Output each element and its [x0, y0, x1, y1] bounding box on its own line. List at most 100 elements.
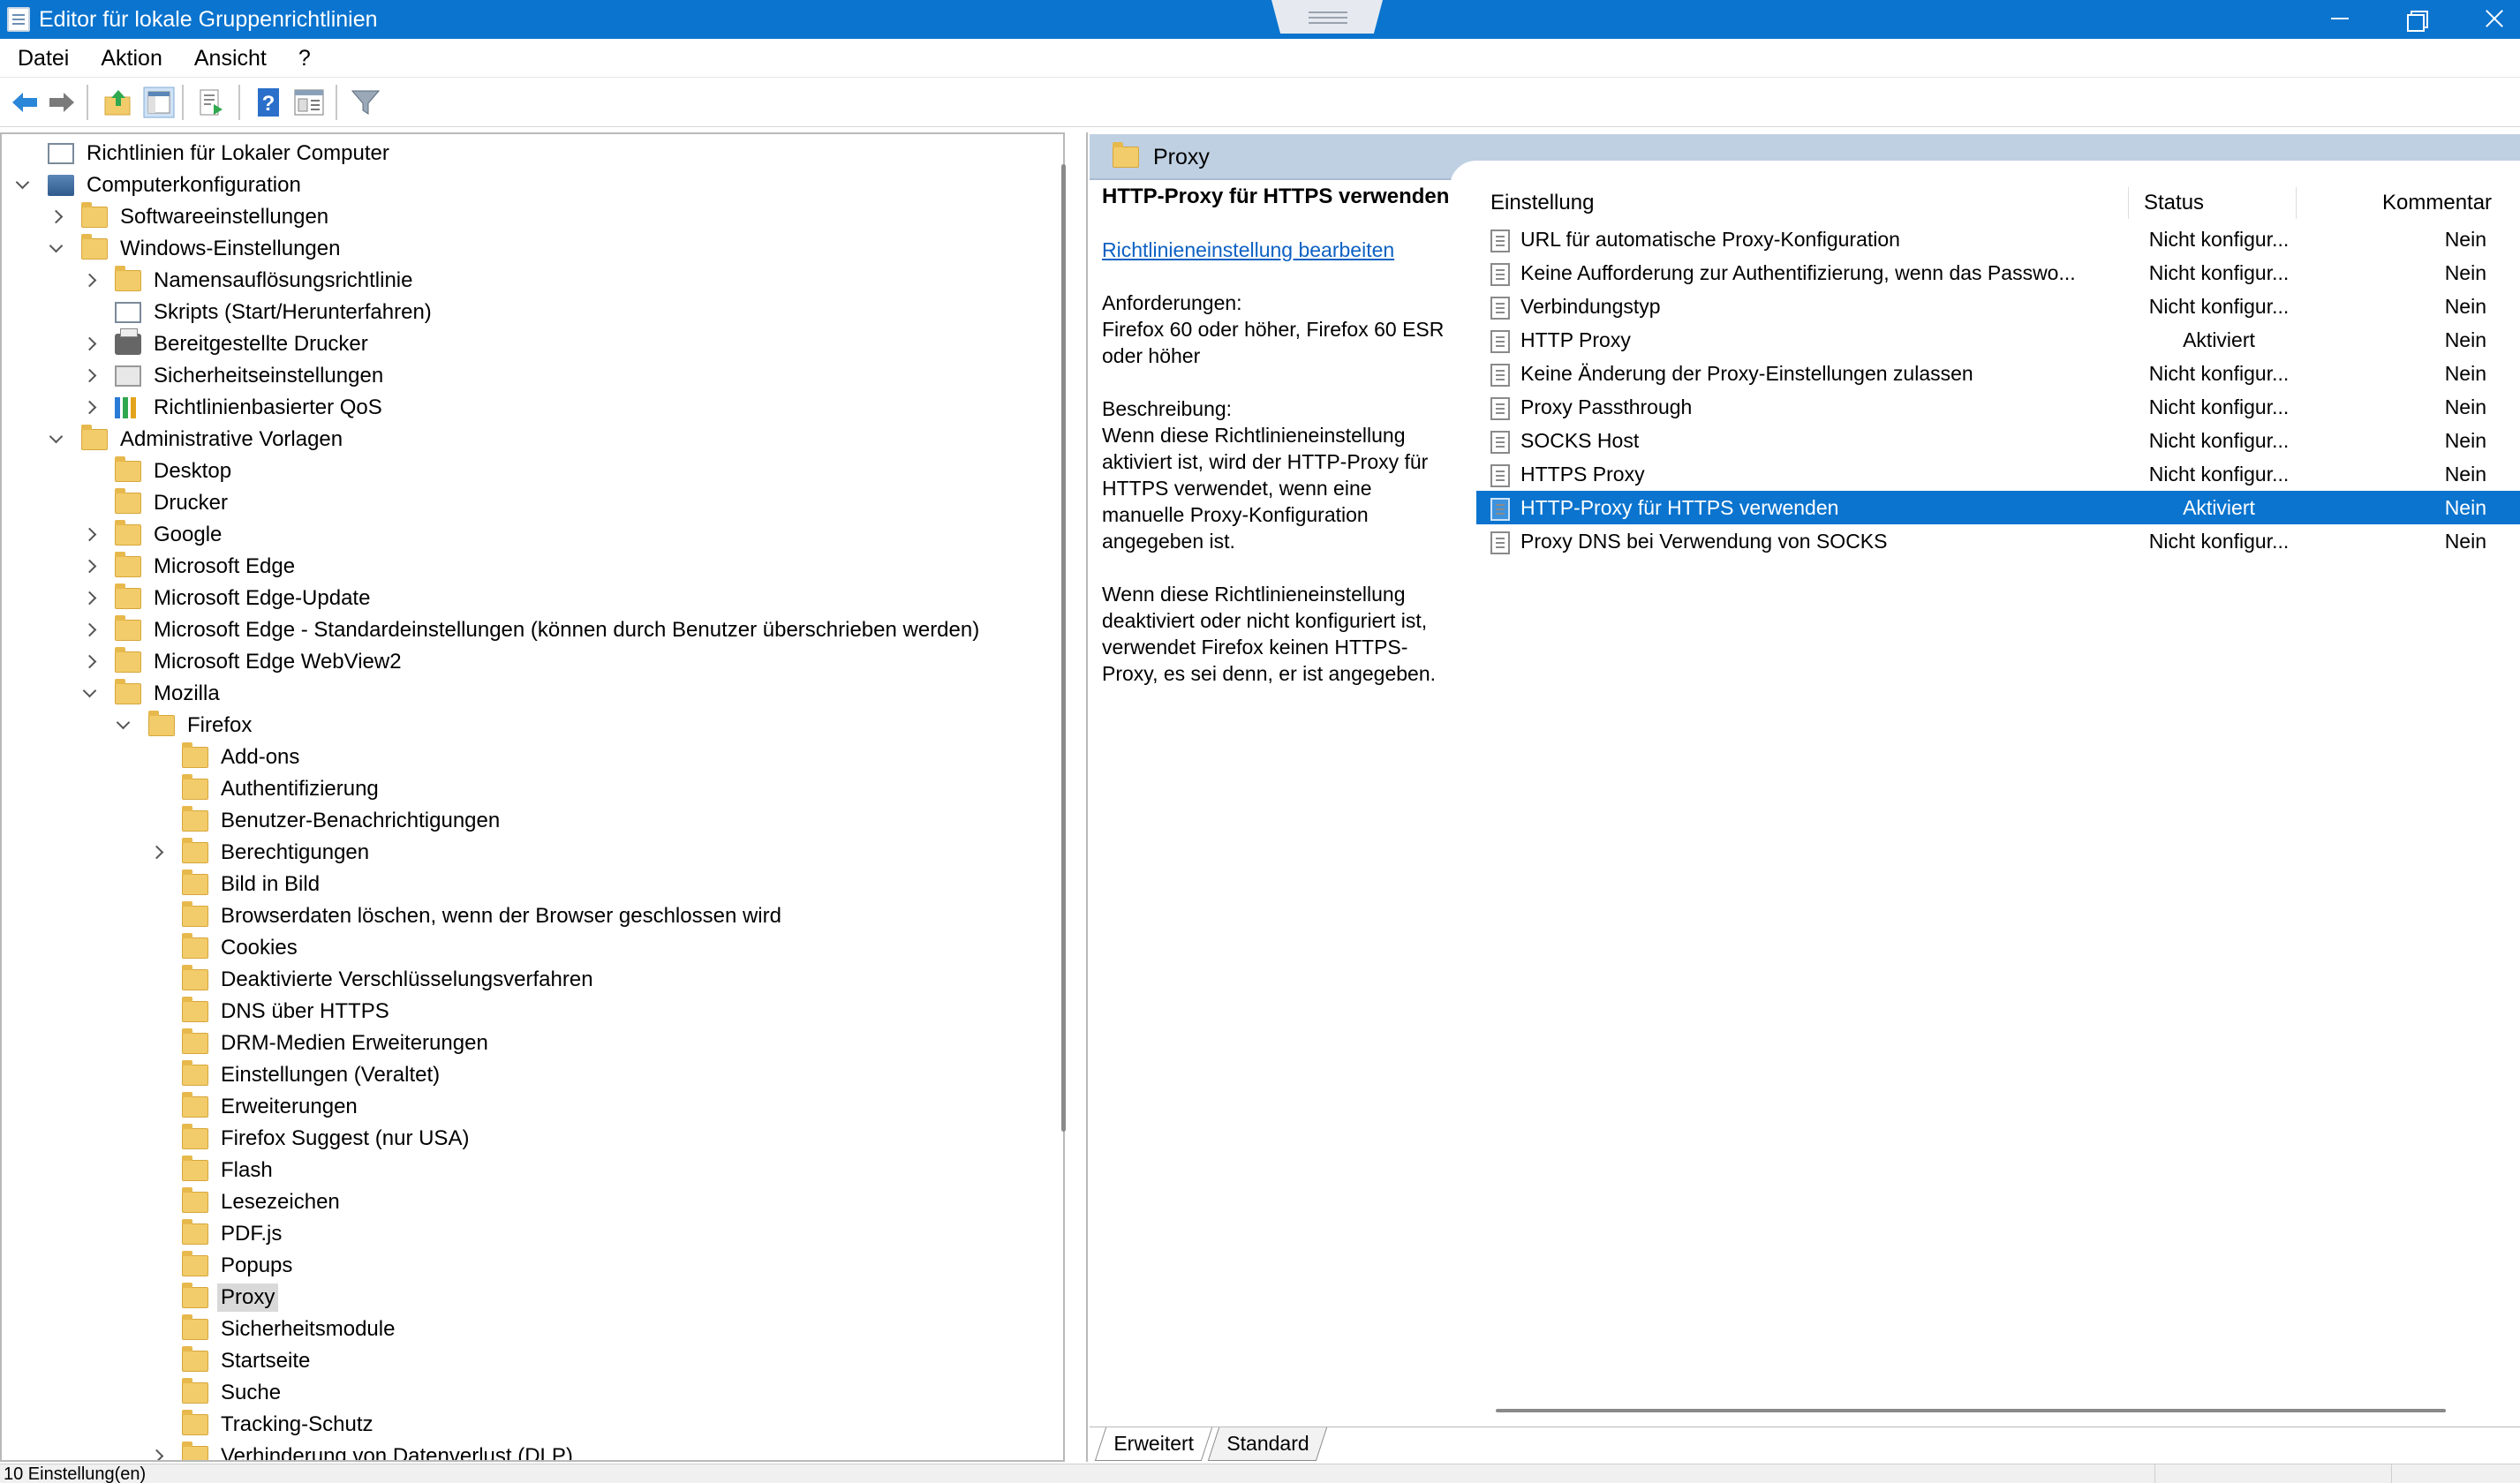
tree-item[interactable]: PDF.js: [148, 1218, 285, 1250]
tree-item[interactable]: Skripts (Start/Herunterfahren): [81, 297, 435, 328]
chevron-right-icon[interactable]: [81, 558, 99, 576]
tree-item[interactable]: Proxy: [148, 1282, 279, 1314]
help-icon[interactable]: ?: [253, 87, 284, 118]
tree-pane[interactable]: Richtlinien für Lokaler Computer Computer…: [0, 132, 1065, 1462]
properties-icon[interactable]: [293, 87, 325, 118]
tree-item[interactable]: Berechtigungen: [148, 837, 373, 869]
chevron-right-icon[interactable]: [81, 335, 99, 353]
chevron-right-icon[interactable]: [81, 399, 99, 417]
tree-item[interactable]: Computerkonfiguration: [14, 169, 305, 201]
tab-standard[interactable]: Standard: [1207, 1427, 1328, 1461]
table-row[interactable]: Keine Aufforderung zur Authentifizierung…: [1476, 256, 2520, 290]
tree-item[interactable]: Microsoft Edge: [81, 551, 298, 583]
tree-item[interactable]: Richtlinienbasierter QoS: [81, 392, 386, 424]
table-row[interactable]: HTTP-Proxy für HTTPS verwenden Aktiviert N…: [1476, 491, 2520, 524]
table-row[interactable]: HTTPS Proxy Nicht konfigur... Nein: [1476, 457, 2520, 491]
menu-ansicht[interactable]: Ansicht: [178, 39, 283, 78]
edit-policy-link[interactable]: Richtlinieneinstellung bearbeiten: [1102, 237, 1455, 263]
column-divider[interactable]: [2296, 187, 2297, 219]
table-row[interactable]: Proxy Passthrough Nicht konfigur... Nein: [1476, 390, 2520, 424]
tree-item[interactable]: Richtlinien für Lokaler Computer: [14, 138, 393, 169]
export-list-icon[interactable]: [196, 87, 228, 118]
tree-item[interactable]: Verhinderung von Datenverlust (DLP): [148, 1441, 577, 1460]
menu-datei[interactable]: Datei: [0, 39, 85, 78]
tree-item[interactable]: Windows-Einstellungen: [48, 233, 343, 265]
tree-item[interactable]: Tracking-Schutz: [148, 1409, 377, 1441]
tree-item[interactable]: Browserdaten löschen, wenn der Browser g…: [148, 900, 785, 932]
tree-item[interactable]: Microsoft Edge - Standardeinstellungen (…: [81, 614, 983, 646]
table-row[interactable]: Verbindungstyp Nicht konfigur... Nein: [1476, 290, 2520, 323]
tree-item[interactable]: Startseite: [148, 1345, 313, 1377]
tree-item[interactable]: Deaktivierte Verschlüsselungsverfahren: [148, 964, 597, 996]
tree-item[interactable]: Suche: [148, 1377, 284, 1409]
tree-item[interactable]: Einstellungen (Veraltet): [148, 1059, 443, 1091]
tree-item[interactable]: Softwareeinstellungen: [48, 201, 332, 233]
tree-item[interactable]: Administrative Vorlagen: [48, 424, 346, 455]
chevron-down-icon[interactable]: [81, 685, 99, 703]
tree-item[interactable]: Desktop: [81, 455, 235, 487]
filter-icon[interactable]: [350, 87, 381, 118]
column-divider[interactable]: [2128, 187, 2129, 219]
forward-arrow-icon[interactable]: [46, 87, 78, 118]
tree-item[interactable]: Firefox Suggest (nur USA): [148, 1123, 472, 1155]
chevron-right-icon[interactable]: [81, 272, 99, 290]
column-header-status[interactable]: Status: [2144, 189, 2204, 217]
list-horizontal-scrollbar[interactable]: [1496, 1409, 2446, 1412]
snap-layout-handle[interactable]: [1271, 0, 1383, 34]
column-header-setting[interactable]: Einstellung: [1490, 189, 1594, 217]
chevron-right-icon[interactable]: [148, 1448, 166, 1460]
menu-help[interactable]: ?: [283, 39, 327, 78]
chevron-right-icon[interactable]: [81, 526, 99, 544]
tree-item[interactable]: Microsoft Edge-Update: [81, 583, 373, 614]
tree-item[interactable]: Drucker: [81, 487, 231, 519]
tree-item[interactable]: Benutzer-Benachrichtigungen: [148, 805, 503, 837]
column-header-comment[interactable]: Kommentar: [2382, 189, 2492, 217]
tree-item[interactable]: Sicherheitseinstellungen: [81, 360, 387, 392]
tree-item[interactable]: Flash: [148, 1155, 276, 1186]
chevron-right-icon[interactable]: [81, 367, 99, 385]
tree-item[interactable]: Google: [81, 519, 225, 551]
chevron-down-icon[interactable]: [14, 177, 32, 194]
close-button[interactable]: [2455, 0, 2520, 39]
tree-item[interactable]: Bereitgestellte Drucker: [81, 328, 372, 360]
tree-item[interactable]: Bild in Bild: [148, 869, 323, 900]
chevron-down-icon[interactable]: [48, 431, 65, 448]
tree-vertical-scrollbar[interactable]: [1061, 164, 1066, 1132]
table-row[interactable]: Proxy DNS bei Verwendung von SOCKS Nicht …: [1476, 524, 2520, 558]
tree-item[interactable]: Erweiterungen: [148, 1091, 361, 1123]
table-row[interactable]: HTTP Proxy Aktiviert Nein: [1476, 323, 2520, 357]
chevron-right-icon[interactable]: [81, 590, 99, 607]
chevron-right-icon[interactable]: [48, 208, 65, 226]
chevron-right-icon[interactable]: [148, 844, 166, 862]
tree-item-label: Microsoft Edge - Standardeinstellungen (…: [154, 618, 980, 642]
tree-item[interactable]: Authentifizierung: [148, 773, 382, 805]
tree-item[interactable]: Microsoft Edge WebView2: [81, 646, 405, 678]
tree-item[interactable]: Add-ons: [148, 742, 303, 773]
tree-item[interactable]: Cookies: [148, 932, 301, 964]
table-row[interactable]: SOCKS Host Nicht konfigur... Nein: [1476, 424, 2520, 457]
table-row[interactable]: Keine Änderung der Proxy-Einstellungen z…: [1476, 357, 2520, 390]
menu-aktion[interactable]: Aktion: [85, 39, 177, 78]
show-tree-icon[interactable]: [143, 87, 175, 118]
back-arrow-icon[interactable]: [9, 87, 41, 118]
tree-item[interactable]: DRM-Medien Erweiterungen: [148, 1028, 492, 1059]
folder-icon: [182, 1219, 208, 1245]
chevron-right-icon[interactable]: [81, 653, 99, 671]
tree-item[interactable]: Firefox: [115, 710, 255, 742]
minimize-button[interactable]: [2299, 0, 2377, 39]
tree-item[interactable]: Popups: [148, 1250, 296, 1282]
chevron-right-icon[interactable]: [81, 621, 99, 639]
menu-bar: Datei Aktion Ansicht ?: [0, 39, 2520, 78]
status-cell: Nicht konfigur...: [2148, 295, 2290, 318]
up-folder-icon[interactable]: [102, 87, 134, 118]
chevron-down-icon[interactable]: [48, 240, 65, 258]
tree-item[interactable]: Mozilla: [81, 678, 223, 710]
tab-erweitert[interactable]: Erweitert: [1094, 1427, 1212, 1461]
restore-button[interactable]: [2377, 0, 2455, 39]
chevron-down-icon[interactable]: [115, 717, 132, 734]
tree-item[interactable]: Lesezeichen: [148, 1186, 343, 1218]
tree-item[interactable]: Sicherheitsmodule: [148, 1314, 398, 1345]
tree-item[interactable]: DNS über HTTPS: [148, 996, 393, 1028]
table-row[interactable]: URL für automatische Proxy-Konfiguration…: [1476, 222, 2520, 256]
tree-item[interactable]: Namensauflösungsrichtlinie: [81, 265, 416, 297]
